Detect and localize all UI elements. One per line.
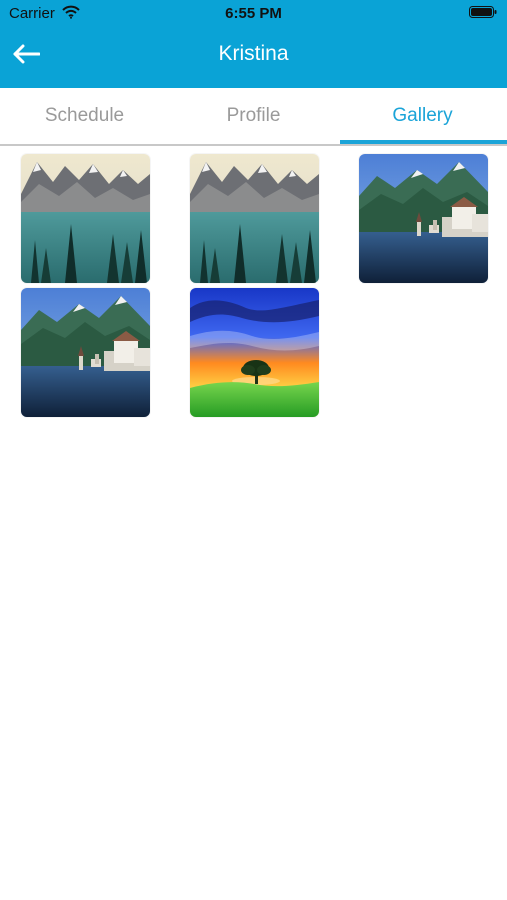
gallery-image-2[interactable]: [190, 154, 319, 283]
active-tab-indicator: [340, 140, 507, 144]
status-time: 6:55 PM: [225, 5, 282, 22]
tab-gallery[interactable]: Gallery: [338, 88, 507, 144]
tab-bar: Schedule Profile Gallery: [0, 88, 507, 146]
gallery-image-1[interactable]: [21, 154, 150, 283]
gallery-image-5[interactable]: [190, 288, 319, 417]
alpine-village-image: [359, 154, 488, 283]
tab-profile[interactable]: Profile: [169, 88, 338, 144]
battery-icon: [469, 6, 497, 18]
nav-bar: Kristina: [0, 28, 507, 88]
mountain-lake-image: [21, 154, 150, 283]
mountain-lake-image: [190, 154, 319, 283]
alpine-village-image: [21, 288, 150, 417]
sunset-tree-image: [190, 288, 319, 417]
tab-schedule[interactable]: Schedule: [0, 88, 169, 144]
status-bar: Carrier 6:55 PM: [0, 0, 507, 28]
top-bar: Carrier 6:55 PM Kristina: [0, 0, 507, 88]
gallery-image-3[interactable]: [359, 154, 488, 283]
page-title: Kristina: [218, 42, 289, 65]
gallery-image-4[interactable]: [21, 288, 150, 417]
